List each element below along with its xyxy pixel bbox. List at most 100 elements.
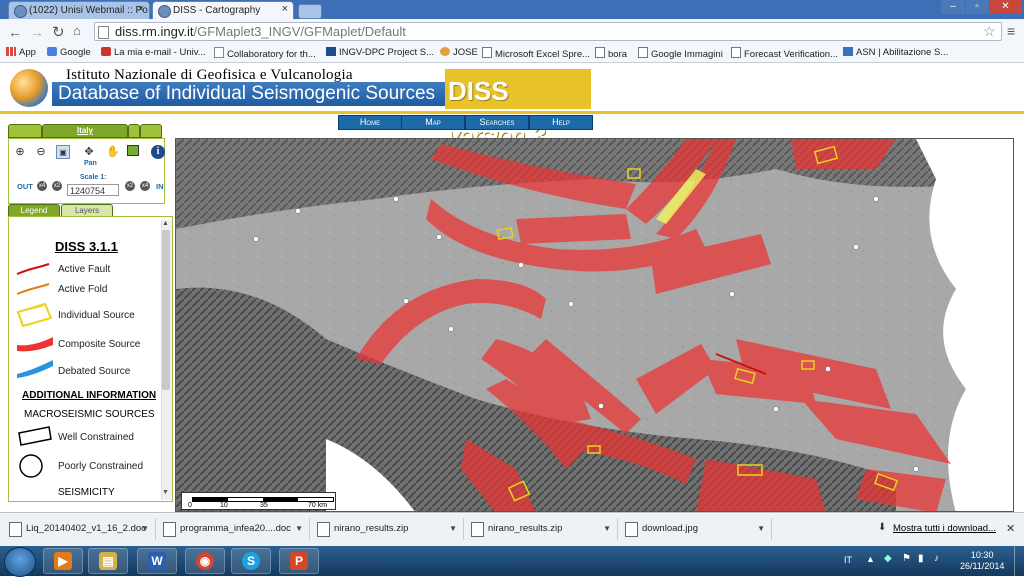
- page-icon: [440, 47, 450, 56]
- close-shelf-icon[interactable]: ✕: [1006, 522, 1015, 535]
- bookmark-label: JOSE: [453, 47, 478, 58]
- show-all-downloads-link[interactable]: Mostra tutti i download...: [893, 523, 996, 534]
- taskbar-skype[interactable]: S: [231, 548, 271, 574]
- download-filename: nirano_results.zip: [488, 523, 563, 534]
- full-extent-icon[interactable]: ▣: [56, 145, 70, 159]
- menu-icon[interactable]: ≡: [1007, 23, 1015, 39]
- scale-label: Scale 1:: [80, 174, 107, 181]
- download-item[interactable]: nirano_results.zip ▼: [312, 518, 464, 540]
- bookmark-label: ASN | Abilitazione S...: [856, 47, 949, 58]
- zoom-out-icon[interactable]: ⊖: [34, 145, 48, 159]
- bookmark-asn[interactable]: ASN | Abilitazione S...: [843, 47, 948, 58]
- nav-home-button[interactable]: Home: [338, 115, 402, 130]
- download-filename: Liq_20140402_v1_16_2.doc: [26, 523, 146, 534]
- legend-individual-source: Individual Source: [58, 310, 135, 321]
- chevron-down-icon[interactable]: ▼: [757, 518, 765, 540]
- active-fold-swatch: [16, 283, 50, 295]
- close-tab-icon[interactable]: ×: [282, 3, 288, 15]
- chevron-down-icon[interactable]: ▼: [449, 518, 457, 540]
- region-tab-left[interactable]: [8, 124, 42, 138]
- home-icon[interactable]: ⌂: [73, 23, 81, 38]
- zoom-in-icon[interactable]: ⊕: [13, 145, 27, 159]
- chevron-down-icon[interactable]: ▼: [603, 518, 611, 540]
- bookmark-mail[interactable]: La mia e-mail - Univ...: [101, 47, 206, 58]
- taskbar-powerpoint[interactable]: P: [279, 548, 319, 574]
- scroll-up-icon[interactable]: ▲: [162, 220, 169, 227]
- bookmark-bora[interactable]: bora: [595, 47, 627, 60]
- minimize-icon[interactable]: –: [941, 0, 965, 14]
- page-info-icon[interactable]: [98, 26, 109, 39]
- seismogenic-sources-map[interactable]: [175, 138, 1014, 512]
- individual-source-swatch: [16, 302, 53, 328]
- volume-icon[interactable]: ♪: [934, 553, 939, 564]
- close-tab-icon[interactable]: ×: [138, 3, 144, 15]
- nav-searches-button[interactable]: Searches: [465, 115, 529, 130]
- scale-input[interactable]: 1240754: [67, 184, 119, 196]
- zoom-out-x4-button[interactable]: x4: [37, 181, 47, 191]
- zoom-out-label: OUT: [17, 182, 33, 191]
- nav-help-button[interactable]: Help: [529, 115, 593, 130]
- reload-icon[interactable]: ↻: [52, 23, 65, 41]
- debated-source-swatch: [17, 360, 53, 378]
- taskbar-media-player[interactable]: ▶: [43, 548, 83, 574]
- page-icon: [214, 47, 224, 58]
- close-icon[interactable]: ✕: [989, 0, 1022, 14]
- tray-flag-icon[interactable]: ⚑: [902, 553, 911, 564]
- download-item[interactable]: Liq_20140402_v1_16_2.doc ▼: [4, 518, 156, 540]
- overview-map-icon[interactable]: [127, 145, 139, 156]
- taskbar-word[interactable]: W: [137, 548, 177, 574]
- region-tab-right-a[interactable]: [128, 124, 140, 138]
- bookmark-google[interactable]: Google: [47, 47, 91, 58]
- maximize-icon[interactable]: ▫: [966, 0, 988, 14]
- active-fault-swatch: [16, 263, 50, 275]
- language-indicator[interactable]: IT: [844, 555, 852, 565]
- media-player-icon: ▶: [54, 552, 72, 570]
- bookmark-label: Forecast Verification...: [744, 49, 838, 60]
- new-tab-button[interactable]: [298, 4, 322, 19]
- chevron-down-icon[interactable]: ▼: [141, 518, 149, 540]
- map-canvas: [176, 139, 1013, 511]
- zoom-in-x4-button[interactable]: x4: [140, 181, 150, 191]
- start-button[interactable]: [4, 547, 36, 577]
- tab-diss-cartography[interactable]: DISS - Cartography ×: [152, 1, 294, 19]
- zoom-out-x2-button[interactable]: x2: [52, 181, 62, 191]
- download-item[interactable]: nirano_results.zip ▼: [466, 518, 618, 540]
- bookmark-collaboratory[interactable]: Collaboratory for th...: [214, 47, 316, 60]
- info-icon[interactable]: i: [151, 145, 165, 159]
- download-item[interactable]: download.jpg ▼: [620, 518, 772, 540]
- tray-app-icon[interactable]: ◆: [884, 553, 892, 564]
- taskbar-explorer[interactable]: ▤: [88, 548, 128, 574]
- back-arrow-icon[interactable]: ←: [8, 24, 22, 40]
- nav-map-button[interactable]: Map: [401, 115, 465, 130]
- tray-arrow-icon[interactable]: ▲: [866, 554, 875, 564]
- zip-file-icon: [471, 522, 484, 537]
- region-tab-italy[interactable]: Italy: [42, 124, 128, 138]
- chevron-down-icon[interactable]: ▼: [295, 518, 303, 540]
- tab-unisi-webmail[interactable]: (1022) Unisi Webmail :: Po ×: [8, 1, 150, 19]
- legend-poorly-constrained: Poorly Constrained: [58, 461, 144, 472]
- image-file-icon: [625, 522, 638, 537]
- bookmark-ingv-dpc[interactable]: INGV-DPC Project S...: [326, 47, 434, 58]
- show-desktop-button[interactable]: [1014, 546, 1024, 576]
- hand-icon[interactable]: ✋: [106, 145, 120, 159]
- bookmark-excel[interactable]: Microsoft Excel Spre...: [482, 47, 590, 60]
- url-host: diss.rm.ingv.it: [115, 24, 194, 39]
- bookmark-star-icon[interactable]: ☆: [983, 23, 996, 40]
- bookmark-google-immagini[interactable]: Google Immagini: [638, 47, 723, 60]
- bookmark-jose[interactable]: JOSE: [440, 47, 478, 58]
- bookmark-forecast[interactable]: Forecast Verification...: [731, 47, 838, 60]
- taskbar-chrome[interactable]: ◉: [185, 548, 225, 574]
- scroll-down-icon[interactable]: ▼: [162, 489, 169, 496]
- system-clock[interactable]: 10:30 26/11/2014: [960, 550, 1004, 572]
- legend-debated-source: Debated Source: [58, 366, 131, 377]
- page-icon: [843, 47, 853, 56]
- forward-arrow-icon[interactable]: →: [30, 24, 44, 40]
- pan-icon[interactable]: ✥: [82, 145, 96, 159]
- download-item[interactable]: programma_infea20....doc ▼: [158, 518, 310, 540]
- region-tab-right-b[interactable]: [140, 124, 162, 138]
- bookmark-apps[interactable]: App: [6, 47, 36, 58]
- legend-scroll-thumb[interactable]: [162, 230, 170, 390]
- network-icon[interactable]: ▮: [918, 553, 924, 564]
- address-bar[interactable]: diss.rm.ingv.it/GFMaplet3_INGV/GFMaplet/…: [94, 22, 1002, 41]
- zoom-in-x2-button[interactable]: x2: [125, 181, 135, 191]
